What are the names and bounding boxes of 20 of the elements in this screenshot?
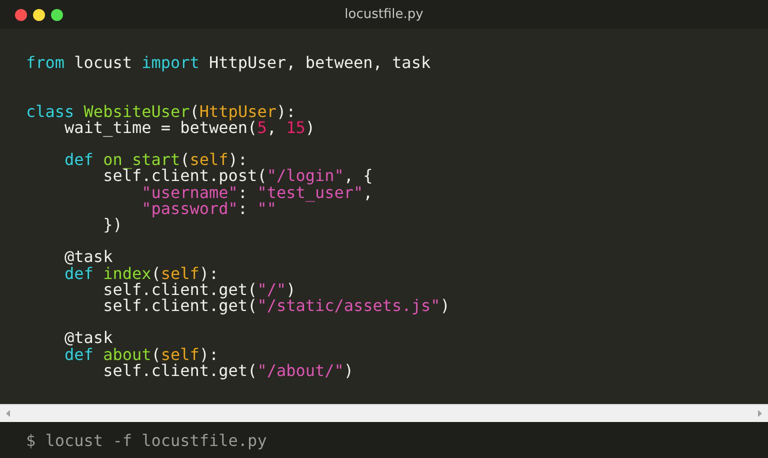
window-title: locustfile.py	[344, 7, 424, 22]
code-line: self.client.post("/login", {	[102, 168, 373, 185]
maximize-button[interactable]	[51, 8, 63, 20]
code-line: "password": ""	[140, 200, 276, 217]
code-line: self.client.get("/")	[102, 282, 296, 298]
code-line: self.client.get("/static/assets.js")	[102, 298, 450, 314]
code-line: })	[102, 216, 122, 234]
code-line: def index(self):	[64, 266, 219, 282]
code-line: self.client.get("/about/")	[102, 362, 354, 379]
code-line: wait_time = between(5, 15)	[64, 120, 315, 136]
code-line: def on_start(self):	[64, 152, 248, 168]
close-button[interactable]	[15, 8, 27, 20]
code-line: "username": "test_user",	[142, 184, 373, 201]
minimize-button[interactable]	[33, 8, 45, 20]
code-line: class WebsiteUser(HttpUser):	[26, 104, 296, 120]
code-line: from locust import HttpUser, between, task	[26, 55, 431, 72]
code-line: @task	[64, 330, 113, 347]
code-line: def about(self):	[64, 346, 219, 363]
terminal-command: $ locust -f locustfile.py	[26, 430, 267, 450]
code-line: @task	[64, 249, 113, 266]
